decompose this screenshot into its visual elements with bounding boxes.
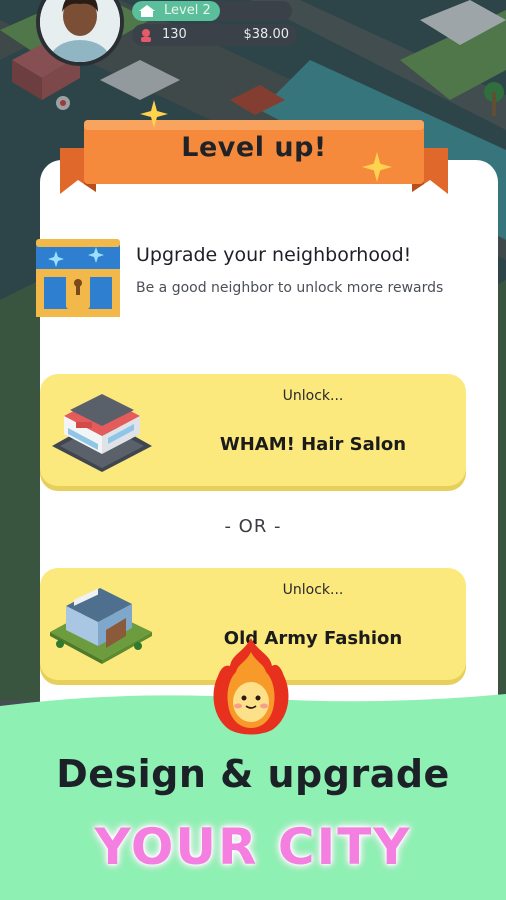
population-count: 130 — [162, 27, 187, 42]
unlock-item-name: Old Army Fashion — [223, 628, 403, 649]
hair-salon-building-icon — [52, 394, 152, 472]
unlock-item-name: WHAM! Hair Salon — [219, 434, 407, 455]
upgrade-heading: Upgrade your neighborhood! — [136, 244, 412, 266]
sparkle-icon — [140, 100, 168, 128]
avatar-portrait-icon — [40, 0, 120, 62]
unlock-option-hair-salon[interactable]: Unlock... WHAM! Hair Salon — [40, 374, 466, 486]
sparkle-icon — [362, 152, 392, 182]
fashion-store-building-icon — [50, 588, 152, 664]
stats-bar: 130 $38.00 — [132, 24, 297, 46]
promo-headline: Design & upgrade — [56, 752, 450, 796]
money-balance: $38.00 — [243, 27, 290, 42]
upgrade-subtext: Be a good neighbor to unlock more reward… — [136, 280, 444, 296]
promo-subheadline: YOUR CITY — [94, 818, 412, 876]
unlock-label: Unlock... — [282, 388, 344, 404]
or-separator: - OR - — [224, 516, 282, 537]
fire-mascot-icon — [213, 638, 289, 735]
population-icon — [141, 29, 151, 42]
unlock-label: Unlock... — [282, 582, 344, 598]
level-house-icon — [139, 5, 155, 17]
treasure-chest-icon — [36, 239, 120, 317]
level-progress-bar: Level 2 — [132, 1, 292, 21]
level-label: Level 2 — [164, 3, 211, 18]
